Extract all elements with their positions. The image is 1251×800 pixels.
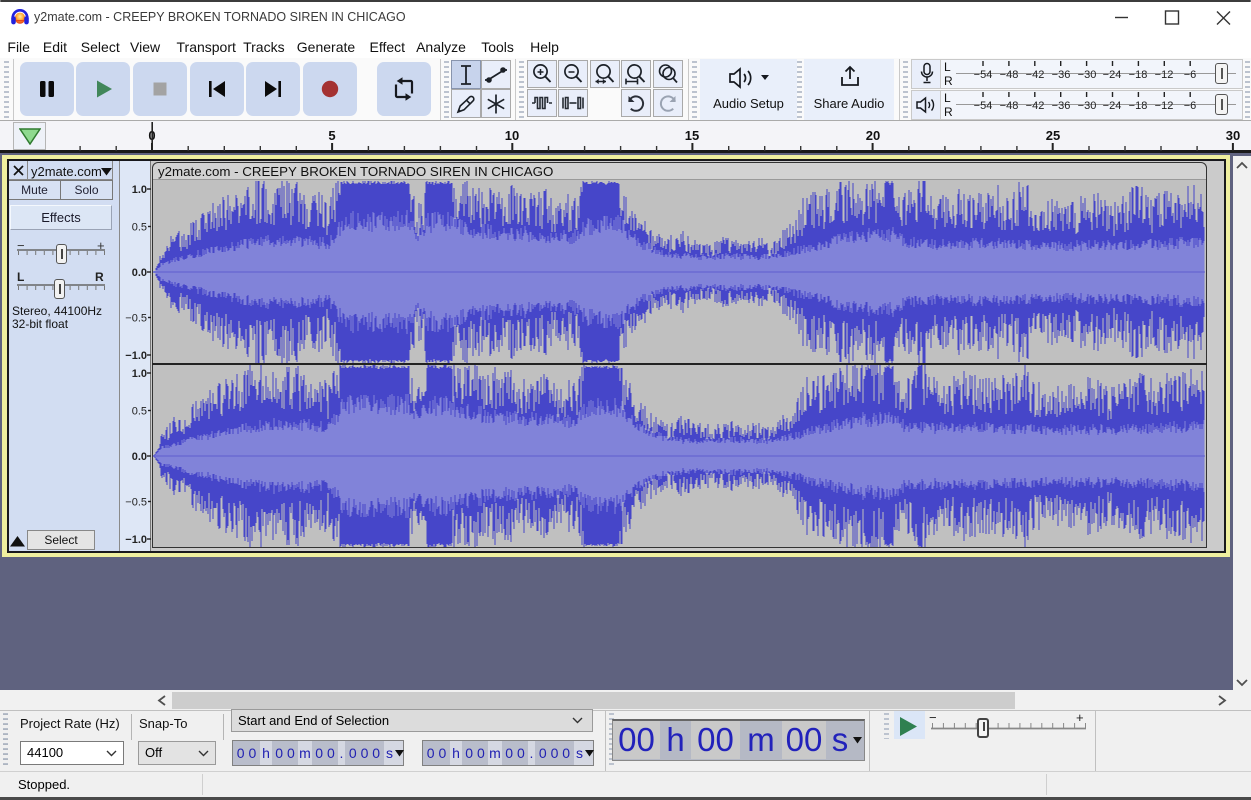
svg-text:−30: −30 [1078, 69, 1097, 81]
svg-text:20: 20 [866, 128, 880, 143]
svg-text:−36: −36 [1052, 69, 1071, 81]
svg-text:10: 10 [505, 128, 519, 143]
svg-text:−36: −36 [1052, 100, 1071, 112]
svg-text:−42: −42 [1026, 69, 1045, 81]
svg-text:−18: −18 [1129, 100, 1148, 112]
svg-text:−18: −18 [1129, 69, 1148, 81]
svg-text:−24: −24 [1103, 100, 1122, 112]
svg-text:30: 30 [1226, 128, 1240, 143]
svg-text:−48: −48 [1000, 100, 1019, 112]
svg-text:−30: −30 [1078, 100, 1097, 112]
svg-text:−12: −12 [1155, 69, 1174, 81]
svg-text:−48: −48 [1000, 69, 1019, 81]
svg-text:−6: −6 [1184, 69, 1197, 81]
svg-text:−54: −54 [974, 100, 993, 112]
svg-text:−54: −54 [974, 69, 993, 81]
svg-text:−24: −24 [1103, 69, 1122, 81]
svg-text:15: 15 [685, 128, 699, 143]
svg-text:−42: −42 [1026, 100, 1045, 112]
svg-text:−6: −6 [1184, 100, 1197, 112]
svg-text:25: 25 [1046, 128, 1060, 143]
svg-text:5: 5 [328, 128, 335, 143]
svg-text:−12: −12 [1155, 100, 1174, 112]
